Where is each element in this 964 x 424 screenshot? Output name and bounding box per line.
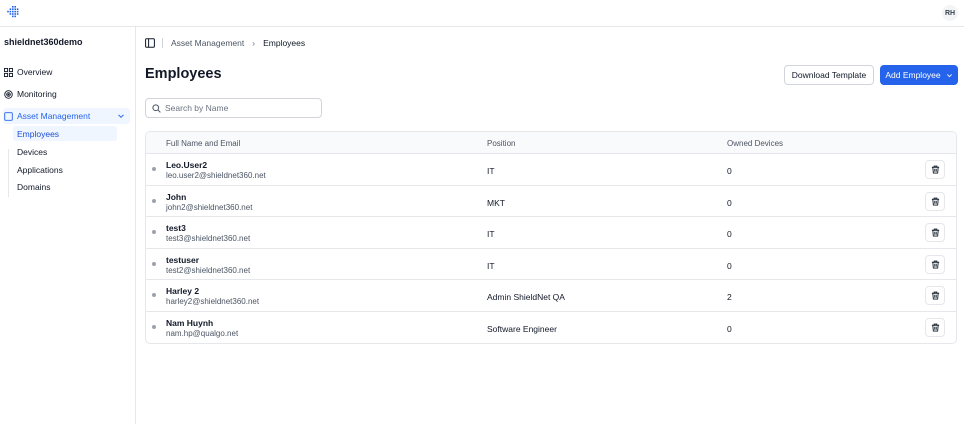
- top-bar: RH: [0, 0, 964, 27]
- shieldnet-logo-icon[interactable]: [7, 6, 20, 19]
- employee-email: test2@shieldnet360.net: [166, 265, 251, 275]
- trash-icon: [931, 228, 939, 237]
- breadcrumb-parent[interactable]: Asset Management: [171, 38, 244, 48]
- status-dot: [152, 261, 156, 266]
- employee-name: Harley 2: [166, 286, 200, 296]
- add-employee-label: Add Employee: [885, 70, 941, 80]
- employee-name: test3: [166, 223, 186, 233]
- column-header-position: Position: [487, 139, 516, 148]
- table-row[interactable]: test3 test3@shieldnet360.net IT 0: [146, 217, 956, 249]
- employee-position: IT: [487, 166, 495, 176]
- breadcrumb-divider: [162, 38, 163, 48]
- column-header-owned-devices: Owned Devices: [727, 139, 784, 148]
- employee-name: Nam Huynh: [166, 317, 214, 328]
- sidebar-item-asset-management[interactable]: Asset Management: [3, 108, 130, 124]
- status-dot: [152, 293, 156, 297]
- sidebar-subitem-domains[interactable]: Domains: [13, 179, 117, 194]
- chevron-down-icon[interactable]: [117, 112, 125, 120]
- search-box[interactable]: [145, 98, 322, 118]
- sidebar-subitem-devices[interactable]: Devices: [13, 144, 117, 159]
- employee-owned-devices: 0: [727, 260, 732, 271]
- trash-icon: [931, 165, 939, 174]
- delete-button[interactable]: [925, 191, 945, 211]
- radar-icon: [4, 89, 13, 99]
- status-dot: [152, 167, 156, 171]
- chevron-down-icon: [946, 73, 952, 77]
- status-dot: [152, 324, 156, 329]
- table-header: Full Name and Email Position Owned Devic…: [146, 132, 956, 154]
- trash-icon: [931, 323, 939, 332]
- square-icon: [4, 111, 13, 121]
- employees-table: Full Name and Email Position Owned Devic…: [145, 131, 957, 344]
- grid-icon: [4, 67, 13, 77]
- sidebar: shieldnet360demo Overview Monitoring Ass…: [0, 27, 136, 424]
- employee-name: John: [166, 191, 187, 202]
- delete-button[interactable]: [925, 223, 945, 242]
- column-header-name: Full Name and Email: [166, 139, 241, 148]
- trash-icon: [931, 260, 939, 269]
- delete-button[interactable]: [925, 254, 945, 274]
- sidebar-subitem-label: Domains: [17, 181, 51, 192]
- submenu-guide-line: [8, 149, 9, 197]
- employee-email: leo.user2@shieldnet360.net: [166, 171, 266, 180]
- employee-position: Software Engineer: [487, 323, 557, 334]
- search-input[interactable]: [165, 103, 315, 113]
- sidebar-subitem-label: Applications: [17, 164, 63, 175]
- sidebar-subitem-applications[interactable]: Applications: [13, 162, 117, 177]
- search-icon: [152, 103, 161, 113]
- table-row[interactable]: John john2@shieldnet360.net MKT 0: [146, 186, 956, 217]
- employee-name: testuser: [166, 254, 200, 265]
- sidebar-subitem-employees[interactable]: Employees: [13, 126, 117, 141]
- trash-icon: [931, 197, 939, 206]
- employee-position: Admin ShieldNet QA: [487, 292, 565, 302]
- status-dot: [152, 198, 156, 203]
- employee-owned-devices: 0: [727, 197, 732, 208]
- sidebar-subitem-label: Employees: [17, 128, 60, 139]
- delete-button[interactable]: [925, 160, 945, 179]
- table-row[interactable]: testuser test2@shieldnet360.net IT 0: [146, 249, 956, 280]
- sidebar-item-overview[interactable]: Overview: [3, 64, 130, 80]
- sidebar-item-label: Monitoring: [17, 89, 57, 99]
- trash-icon: [931, 291, 939, 300]
- employee-owned-devices: 0: [727, 166, 732, 176]
- sidebar-item-monitoring[interactable]: Monitoring: [3, 86, 130, 102]
- delete-button[interactable]: [925, 286, 945, 305]
- user-avatar[interactable]: RH: [942, 5, 958, 21]
- employee-owned-devices: 0: [727, 323, 732, 334]
- sidebar-toggle-icon[interactable]: [145, 38, 155, 48]
- employee-position: MKT: [487, 197, 505, 208]
- org-name: shieldnet360demo: [4, 37, 83, 47]
- download-template-button[interactable]: Download Template: [784, 65, 874, 85]
- main-content: Asset Management › Employees Employees D…: [136, 27, 964, 424]
- sidebar-item-label: Overview: [17, 67, 53, 77]
- breadcrumb: Asset Management › Employees: [145, 37, 305, 49]
- sidebar-subitem-label: Devices: [17, 146, 48, 157]
- employee-position: IT: [487, 260, 495, 271]
- employee-email: test3@shieldnet360.net: [166, 234, 251, 243]
- breadcrumb-current: Employees: [263, 38, 306, 48]
- delete-button[interactable]: [925, 317, 945, 337]
- table-row[interactable]: Harley 2 harley2@shieldnet360.net Admin …: [146, 280, 956, 312]
- status-dot: [152, 230, 156, 234]
- employee-email: nam.hp@qualgo.net: [166, 328, 239, 338]
- table-row[interactable]: Nam Huynh nam.hp@qualgo.net Software Eng…: [146, 312, 956, 344]
- employee-position: IT: [487, 229, 495, 239]
- employee-name: Leo.User2: [166, 160, 208, 170]
- page-title: Employees: [145, 66, 222, 82]
- chevron-right-icon: ›: [252, 38, 256, 48]
- add-employee-button[interactable]: Add Employee: [880, 65, 958, 85]
- employee-email: harley2@shieldnet360.net: [166, 297, 260, 306]
- employee-owned-devices: 0: [727, 229, 732, 239]
- employee-email: john2@shieldnet360.net: [166, 202, 253, 212]
- table-row[interactable]: Leo.User2 leo.user2@shieldnet360.net IT …: [146, 154, 956, 186]
- employee-owned-devices: 2: [727, 292, 732, 302]
- sidebar-item-label: Asset Management: [17, 111, 91, 121]
